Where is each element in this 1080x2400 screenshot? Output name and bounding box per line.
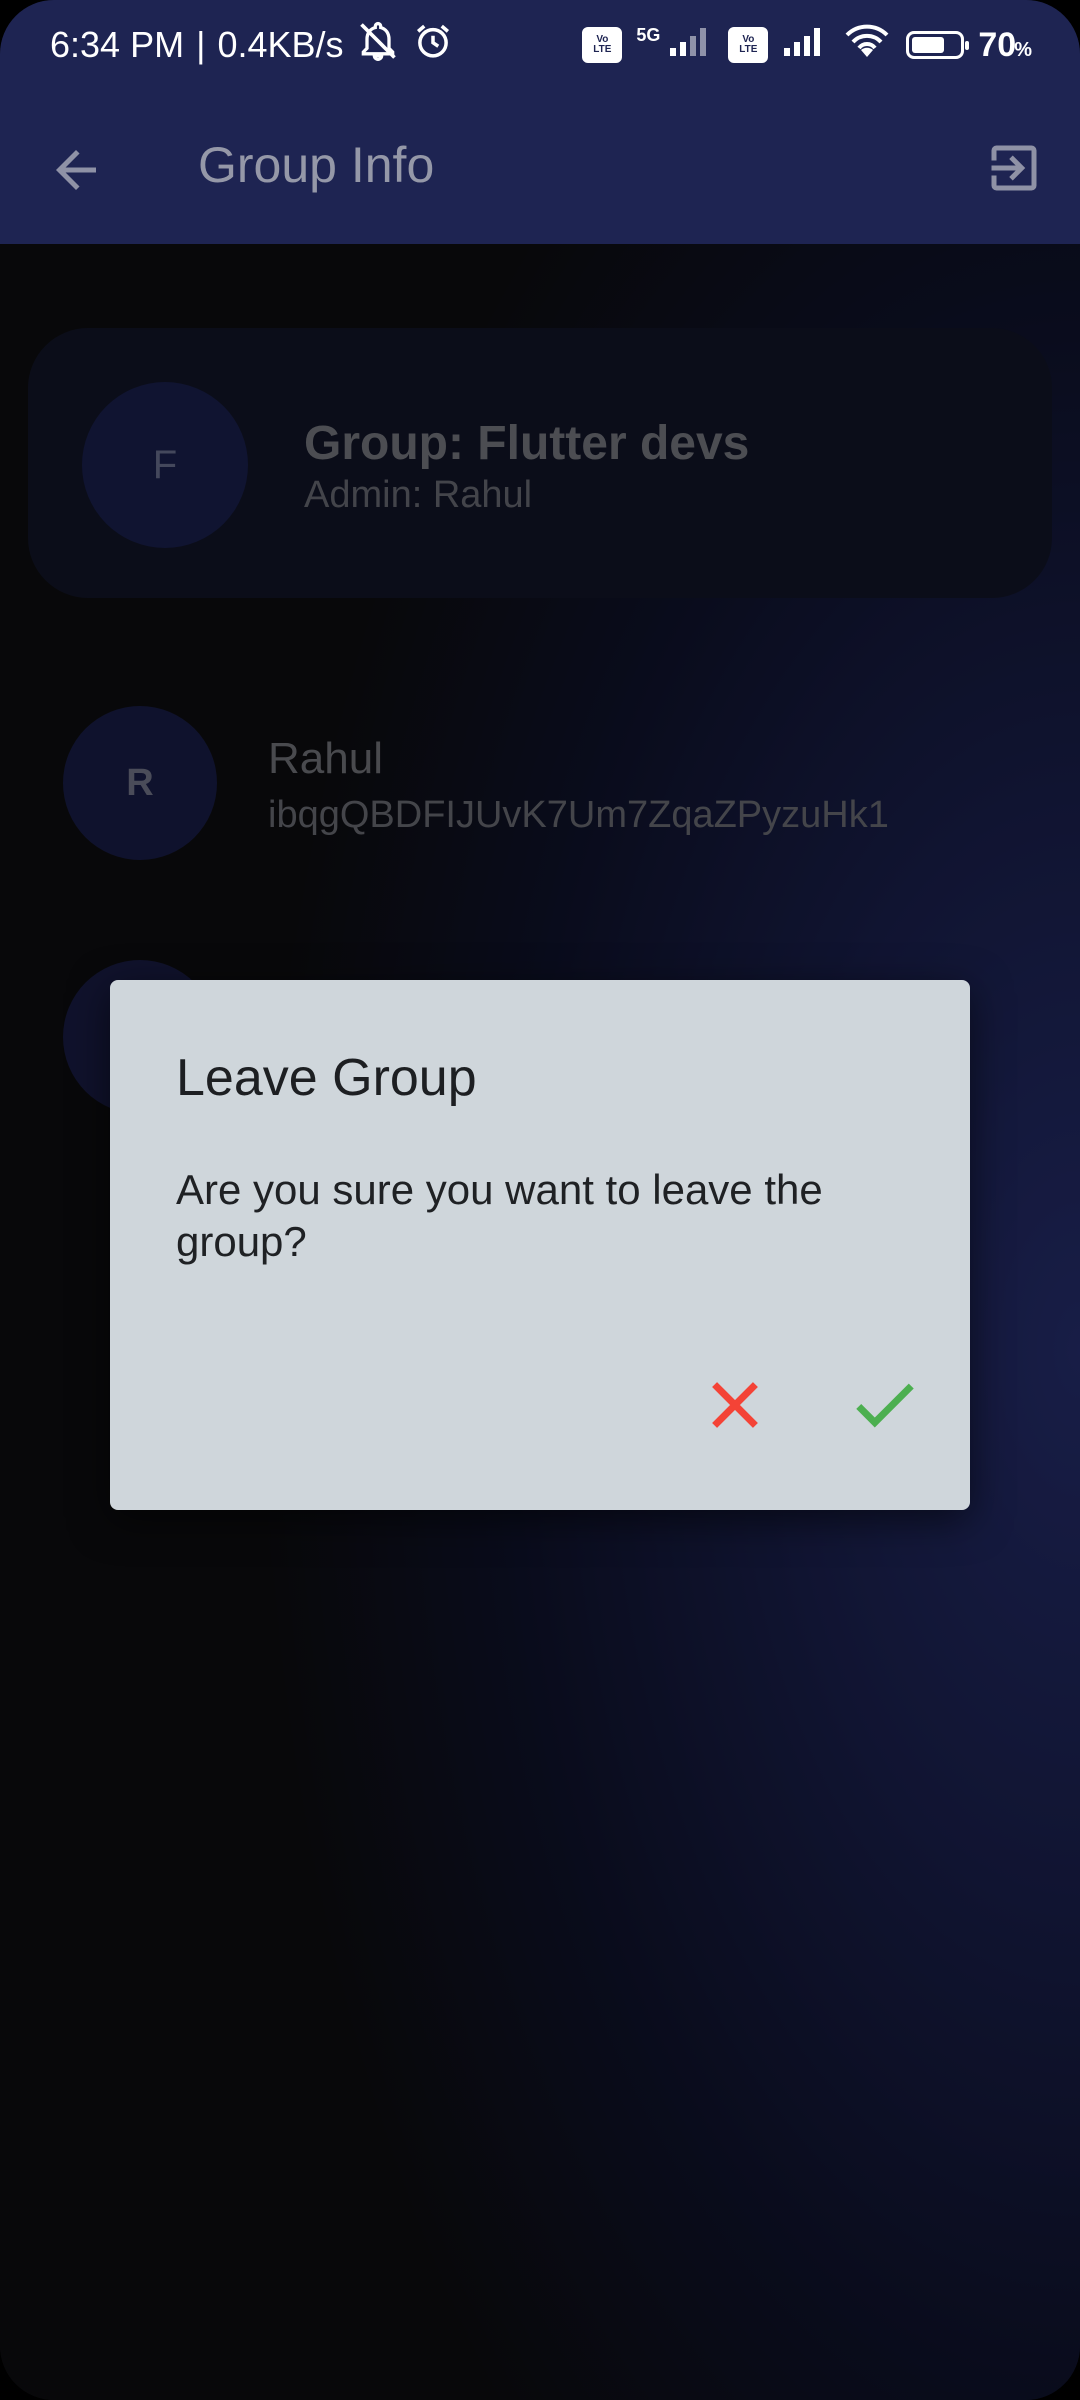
alarm-icon bbox=[412, 20, 454, 71]
close-icon bbox=[712, 1382, 758, 1428]
status-time: 6:34 PM bbox=[50, 24, 185, 65]
back-button[interactable] bbox=[46, 140, 106, 200]
bell-off-icon bbox=[356, 19, 400, 72]
battery-icon bbox=[906, 31, 970, 59]
status-speed: 0.4KB/s bbox=[217, 24, 344, 65]
battery-percent-value: 70 bbox=[978, 25, 1017, 64]
signal-icon-2 bbox=[782, 24, 828, 67]
volte-icon: Vo LTE bbox=[582, 27, 623, 63]
leave-group-dialog: Leave Group Are you sure you want to lea… bbox=[110, 980, 970, 1510]
status-right: Vo LTE 5G Vo LTE 70% bbox=[582, 21, 1032, 70]
status-bar: 6:34 PM | 0.4KB/s Vo LTE 5G Vo LTE 70% bbox=[0, 0, 1080, 90]
cancel-button[interactable] bbox=[700, 1370, 770, 1440]
screen: 6:34 PM | 0.4KB/s Vo LTE 5G Vo LTE 70% G… bbox=[0, 0, 1080, 2400]
wifi-icon bbox=[842, 21, 892, 70]
dialog-title: Leave Group bbox=[176, 1049, 477, 1107]
confirm-button[interactable] bbox=[848, 1370, 928, 1440]
signal-icon bbox=[668, 24, 714, 67]
volte-bottom-label: LTE bbox=[593, 44, 612, 55]
leave-group-button[interactable] bbox=[984, 138, 1044, 198]
exit-icon bbox=[991, 145, 1037, 191]
app-bar: Group Info bbox=[0, 90, 1080, 244]
status-left: 6:34 PM | 0.4KB/s bbox=[50, 19, 454, 72]
volte-bottom-label-2: LTE bbox=[739, 44, 758, 55]
battery-percent: 70% bbox=[978, 26, 1032, 65]
dialog-message: Are you sure you want to leave the group… bbox=[176, 1166, 823, 1265]
arrow-left-icon bbox=[56, 150, 96, 190]
status-separator: | bbox=[196, 24, 206, 65]
check-icon bbox=[856, 1383, 914, 1428]
network-5g-label: 5G bbox=[636, 24, 661, 45]
volte-icon-2: Vo LTE bbox=[728, 27, 769, 63]
battery-percent-sign: % bbox=[1014, 38, 1032, 61]
page-title: Group Info bbox=[198, 137, 435, 193]
